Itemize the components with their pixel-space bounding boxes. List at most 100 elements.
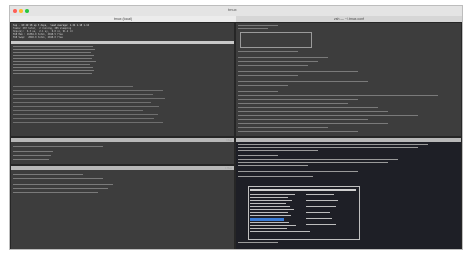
output-row [13,188,108,190]
key-row [306,212,330,214]
stat-row [13,114,158,116]
output-row [13,146,103,148]
stat-row [13,102,151,104]
config-line [238,85,288,87]
terminal-window: tmux tmux (local) zsh — ~/.tmux.conf top… [9,5,463,250]
config-table [240,32,312,48]
process-row [13,55,94,57]
key-row [250,200,292,202]
output-line [238,242,278,244]
config-line [238,65,308,67]
config-line [238,81,368,83]
key-row [306,194,334,196]
key-row [306,206,336,208]
config-line [238,99,358,101]
config-line [238,107,378,109]
key-row [250,231,310,233]
config-line [238,95,438,97]
process-row [13,64,90,66]
stat-row [13,122,163,124]
tab-local[interactable]: tmux (local) [10,16,236,22]
output-line [238,147,418,149]
key-row [250,206,290,208]
config-line [238,91,278,93]
pane-header [11,166,234,170]
config-line [238,115,418,117]
output-line [238,162,388,164]
config-line [238,71,358,73]
stat-row [13,90,163,92]
key-row [306,224,336,226]
config-line [238,75,298,77]
config-line [238,123,388,125]
tab-config[interactable]: zsh — ~/.tmux.conf [236,16,462,22]
process-row [13,61,96,63]
pane-header-label: iftop [225,166,232,170]
pane-header [11,138,234,142]
output-row [13,184,113,186]
config-line [238,28,268,30]
window-title: tmux [228,7,237,12]
process-row [13,46,93,48]
key-row [250,215,291,217]
pane-header [236,138,461,142]
key-row [250,197,288,199]
process-row [13,73,92,75]
key-row [250,228,287,230]
config-line [238,111,388,113]
key-row [250,212,288,214]
stat-row [13,98,165,100]
pane-top-right[interactable] [236,23,461,136]
output-row [13,151,53,153]
output-row [13,155,51,157]
output-line [238,155,278,157]
config-line [238,25,278,27]
config-line [238,103,348,105]
output-line [238,150,318,152]
minimize-button[interactable] [19,9,23,13]
stat-row [13,106,159,108]
output-line [238,171,358,173]
key-row [250,203,286,205]
key-row [306,218,332,220]
top-column-header [11,41,234,44]
config-line [238,57,328,59]
config-line [238,51,298,53]
selected-key-row[interactable] [250,218,284,221]
process-row [13,49,95,51]
pane-header-label: htop [226,138,232,142]
pane-top-left[interactable]: top - 10:42:18 up 3 days, load average: … [11,23,234,136]
stat-row [13,86,133,88]
key-row [250,209,294,211]
key-row [250,225,296,227]
process-row [13,70,94,72]
tab-bar: tmux (local) zsh — ~/.tmux.conf [10,16,462,22]
output-row [13,159,49,161]
zoom-button[interactable] [25,9,29,13]
config-line [238,119,368,121]
pane-bottom-left-1[interactable]: htop [11,138,234,164]
key-row [306,200,338,202]
output-line [238,159,398,161]
output-row [13,174,83,176]
config-line [238,127,328,129]
process-row [13,52,91,54]
output-line [238,144,428,146]
top-summary-5: MiB Swap: 2048.0 total, 2048.0 free [13,36,63,39]
output-line [238,176,313,178]
output-row [13,178,103,180]
output-line [238,165,308,167]
key-row [250,194,295,196]
key-row [250,222,289,224]
process-row [13,58,92,60]
stat-row [13,110,143,112]
output-row [13,192,98,194]
pane-bottom-right[interactable] [236,138,461,249]
close-button[interactable] [13,9,17,13]
stat-row [13,94,153,96]
config-line [238,61,318,63]
stat-row [13,118,154,120]
process-row [13,67,93,69]
pane-bottom-left-2[interactable]: iftop [11,166,234,249]
key-table-header [250,189,356,191]
